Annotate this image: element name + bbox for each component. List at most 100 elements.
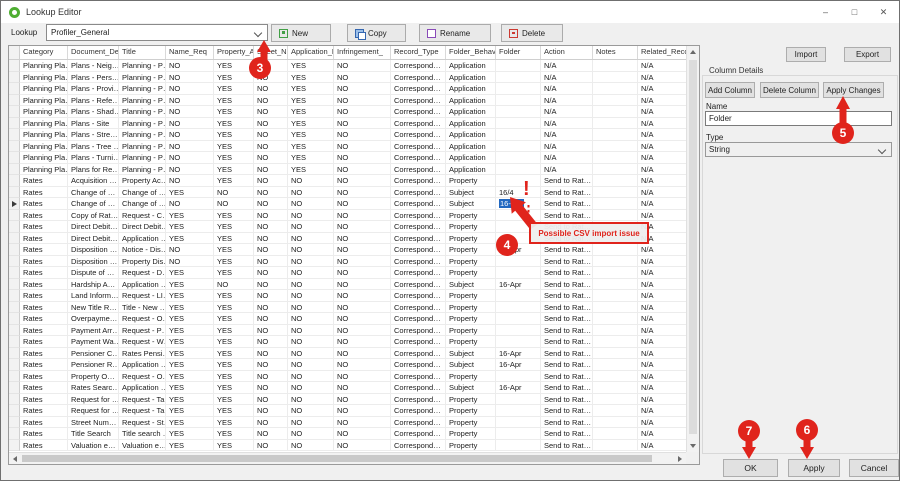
grid-cell[interactable]: N/A xyxy=(638,164,688,176)
grid-cell[interactable]: N/A xyxy=(541,60,593,72)
grid-cell[interactable]: Plans - Neig… xyxy=(68,60,119,72)
grid-cell[interactable]: NO xyxy=(166,106,214,118)
grid-cell[interactable] xyxy=(496,325,541,337)
grid-cell[interactable]: NO xyxy=(288,382,334,394)
grid-cell[interactable]: Property xyxy=(446,256,496,268)
grid-cell[interactable]: Planning - P… xyxy=(119,129,166,141)
grid-cell[interactable]: Application xyxy=(446,95,496,107)
grid-cell[interactable]: NO xyxy=(288,198,334,210)
grid-cell[interactable]: Send to Rat… xyxy=(541,256,593,268)
row-selector-header[interactable] xyxy=(9,46,20,59)
grid-cell[interactable]: Rates xyxy=(20,233,68,245)
grid-cell[interactable]: NO xyxy=(254,359,288,371)
grid-cell[interactable]: NO xyxy=(334,60,391,72)
grid-cell[interactable]: Pensioner R… xyxy=(68,359,119,371)
grid-cell[interactable]: Send to Rat… xyxy=(541,279,593,291)
grid-cell[interactable]: NO xyxy=(254,244,288,256)
grid-cell[interactable]: N/A xyxy=(638,348,688,360)
grid-cell[interactable]: Rates xyxy=(20,279,68,291)
grid-cell[interactable]: YES xyxy=(166,359,214,371)
grid-cell[interactable]: NO xyxy=(254,106,288,118)
grid-cell[interactable]: Plans - Pers… xyxy=(68,72,119,84)
grid-cell[interactable]: Application xyxy=(446,141,496,153)
grid-cell[interactable]: Planning - P… xyxy=(119,83,166,95)
grid-cell[interactable]: NO xyxy=(288,256,334,268)
grid-cell[interactable]: Send to Rat… xyxy=(541,313,593,325)
grid-cell[interactable]: Acquisition … xyxy=(68,175,119,187)
grid-cell[interactable]: Send to Rat… xyxy=(541,394,593,406)
grid-cell[interactable]: Direct Debit… xyxy=(68,221,119,233)
grid-cell[interactable]: Payment Wa… xyxy=(68,336,119,348)
grid-cell[interactable]: NO xyxy=(254,118,288,130)
export-button[interactable]: Export xyxy=(844,47,891,62)
grid-cell[interactable]: Property xyxy=(446,210,496,222)
column-header-folder[interactable]: Folder xyxy=(496,46,541,59)
row-selector[interactable] xyxy=(9,394,20,406)
grid-cell[interactable]: NO xyxy=(254,221,288,233)
grid-cell[interactable]: YES xyxy=(288,83,334,95)
grid-cell[interactable]: Correspond… xyxy=(391,233,446,245)
grid-cell[interactable]: NO xyxy=(288,187,334,199)
column-header-category[interactable]: Category xyxy=(20,46,68,59)
column-header-infringement[interactable]: Infringement_ xyxy=(334,46,391,59)
grid-cell[interactable]: Planning Pla… xyxy=(20,106,68,118)
grid-cell[interactable]: NO xyxy=(166,60,214,72)
grid-cell[interactable]: NO xyxy=(166,198,214,210)
grid-cell[interactable]: NO xyxy=(254,267,288,279)
grid-cell[interactable]: Notice - Dis… xyxy=(119,244,166,256)
grid-cell[interactable]: NO xyxy=(166,83,214,95)
grid-cell[interactable]: YES xyxy=(214,95,254,107)
grid-cell[interactable]: Planning Pla… xyxy=(20,72,68,84)
grid-cell[interactable] xyxy=(496,83,541,95)
grid-cell[interactable] xyxy=(593,198,638,210)
grid-cell[interactable]: Request for … xyxy=(68,394,119,406)
grid-cell[interactable] xyxy=(593,394,638,406)
grid-cell[interactable]: YES xyxy=(214,233,254,245)
grid-cell[interactable] xyxy=(593,141,638,153)
grid-cell[interactable]: NO xyxy=(254,302,288,314)
grid-cell[interactable]: YES xyxy=(166,187,214,199)
grid-cell[interactable]: Correspond… xyxy=(391,256,446,268)
grid-cell[interactable]: Title - New … xyxy=(119,302,166,314)
grid-cell[interactable]: Application xyxy=(446,60,496,72)
grid-cell[interactable] xyxy=(593,348,638,360)
grid-cell[interactable]: Property xyxy=(446,233,496,245)
grid-cell[interactable]: Change of … xyxy=(119,198,166,210)
grid-cell[interactable]: NO xyxy=(334,256,391,268)
grid-cell[interactable]: Planning Pla… xyxy=(20,60,68,72)
grid-cell[interactable]: Property xyxy=(446,440,496,452)
grid-cell[interactable]: Correspond… xyxy=(391,440,446,452)
grid-cell[interactable]: YES xyxy=(214,394,254,406)
grid-cell[interactable] xyxy=(496,129,541,141)
grid-cell[interactable]: YES xyxy=(166,267,214,279)
grid-cell[interactable]: NO xyxy=(166,95,214,107)
grid-cell[interactable]: Planning Pla… xyxy=(20,95,68,107)
grid-cell[interactable]: Send to Rat… xyxy=(541,440,593,452)
grid-cell[interactable]: Correspond… xyxy=(391,95,446,107)
grid-cell[interactable]: YES xyxy=(214,405,254,417)
grid-cell[interactable]: Dispute of … xyxy=(68,267,119,279)
grid-cell[interactable]: NO xyxy=(166,118,214,130)
grid-cell[interactable]: Rates xyxy=(20,440,68,452)
grid-cell[interactable]: Disposition … xyxy=(68,244,119,256)
grid-cell[interactable]: Send to Rat… xyxy=(541,428,593,440)
column-header-action[interactable]: Action xyxy=(541,46,593,59)
grid-cell[interactable]: YES xyxy=(214,440,254,452)
grid-cell[interactable]: Planning - P… xyxy=(119,152,166,164)
row-selector[interactable] xyxy=(9,164,20,176)
grid-cell[interactable] xyxy=(593,440,638,452)
name-field[interactable]: Folder xyxy=(705,111,892,126)
grid-cell[interactable]: NO xyxy=(334,233,391,245)
grid-cell[interactable]: Property xyxy=(446,394,496,406)
rename-button[interactable]: Rename xyxy=(419,24,491,42)
row-selector[interactable] xyxy=(9,129,20,141)
grid-cell[interactable]: Correspond… xyxy=(391,267,446,279)
grid-cell[interactable]: YES xyxy=(214,129,254,141)
grid-cell[interactable]: Rates xyxy=(20,302,68,314)
grid-cell[interactable]: N/A xyxy=(541,95,593,107)
grid-cell[interactable] xyxy=(593,129,638,141)
grid-cell[interactable]: NO xyxy=(334,244,391,256)
grid-cell[interactable]: Request - O… xyxy=(119,371,166,383)
grid-cell[interactable]: Correspond… xyxy=(391,83,446,95)
grid-cell[interactable]: 16-Apr xyxy=(496,279,541,291)
